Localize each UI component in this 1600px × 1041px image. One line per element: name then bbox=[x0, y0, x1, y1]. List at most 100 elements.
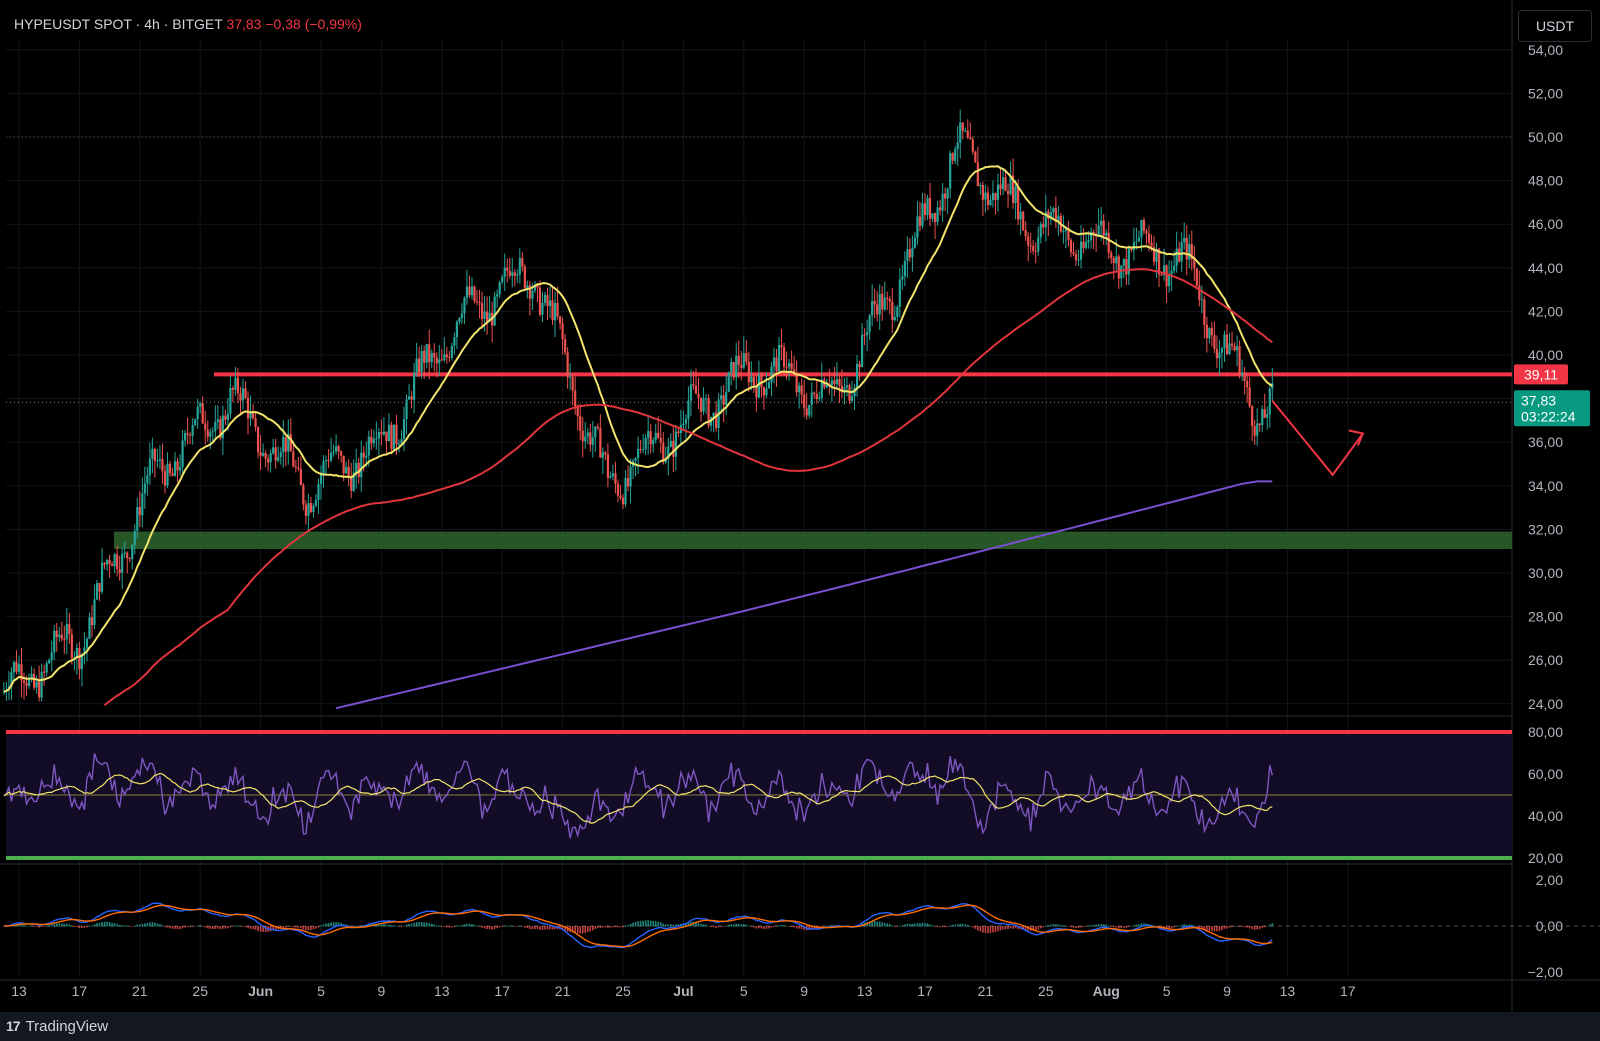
candle-body bbox=[979, 184, 982, 187]
time-axis-label: 25 bbox=[615, 983, 631, 999]
candle-body bbox=[385, 431, 388, 442]
candle-body bbox=[835, 379, 839, 385]
macd-histogram-bar bbox=[1135, 924, 1138, 927]
candle-body bbox=[123, 552, 126, 554]
candle-body bbox=[674, 431, 677, 457]
macd-histogram-bar bbox=[722, 926, 725, 927]
macd-axis-tick: 0,00 bbox=[1536, 918, 1563, 934]
tradingview-brand[interactable]: 17 TradingView bbox=[6, 1018, 108, 1035]
candle-body bbox=[649, 431, 652, 445]
candle-body bbox=[760, 374, 763, 388]
candle-body bbox=[100, 562, 104, 592]
candle-body bbox=[1258, 423, 1261, 426]
macd-histogram-bar bbox=[20, 924, 23, 927]
candle-body bbox=[246, 397, 250, 419]
candle-body bbox=[1150, 242, 1153, 248]
macd-histogram-bar bbox=[108, 922, 111, 927]
candle-body bbox=[818, 397, 821, 399]
candle-body bbox=[974, 151, 977, 163]
candle-body bbox=[158, 458, 162, 461]
macd-histogram-bar bbox=[106, 921, 108, 927]
candle-body bbox=[805, 408, 808, 416]
candle-body bbox=[1014, 186, 1017, 203]
macd-histogram-bar bbox=[1178, 925, 1180, 927]
candle-body bbox=[911, 247, 914, 258]
macd-histogram-bar bbox=[229, 926, 232, 928]
candle-body bbox=[699, 397, 703, 412]
macd-histogram-bar bbox=[715, 926, 717, 929]
macd-histogram-bar bbox=[1052, 924, 1055, 927]
macd-histogram-bar bbox=[398, 926, 400, 927]
candle-body bbox=[113, 554, 116, 567]
candle-body bbox=[372, 438, 375, 444]
macd-histogram-bar bbox=[793, 926, 795, 928]
candle-body bbox=[1263, 409, 1266, 418]
macd-histogram-bar bbox=[63, 923, 66, 927]
candle-body bbox=[775, 357, 778, 372]
candle-body bbox=[340, 451, 343, 456]
macd-histogram-bar bbox=[1233, 926, 1236, 927]
candle-body bbox=[475, 301, 479, 303]
candle-body bbox=[684, 419, 688, 424]
macd-histogram-bar bbox=[295, 926, 297, 928]
currency-button[interactable]: USDT bbox=[1518, 10, 1592, 42]
macd-histogram-bar bbox=[1128, 926, 1130, 927]
macd-histogram-bar bbox=[58, 923, 61, 927]
candle-body bbox=[279, 452, 282, 458]
macd-histogram-bar bbox=[1077, 926, 1080, 929]
macd-histogram-bar bbox=[317, 926, 320, 928]
candle-body bbox=[1022, 211, 1025, 231]
macd-histogram-bar bbox=[649, 920, 652, 927]
candle-body bbox=[337, 446, 340, 452]
candle-body bbox=[722, 395, 725, 405]
candle-body bbox=[682, 423, 685, 426]
macd-histogram-bar bbox=[1256, 926, 1258, 930]
time-axis-label: 13 bbox=[434, 983, 450, 999]
macd-histogram-bar bbox=[191, 926, 194, 927]
candle-body bbox=[68, 624, 71, 635]
candle-body bbox=[267, 458, 270, 463]
macd-histogram-bar bbox=[357, 926, 360, 927]
candle-body bbox=[1097, 225, 1100, 236]
candle-body bbox=[591, 437, 594, 445]
price-axis-tick: 34,00 bbox=[1528, 478, 1563, 494]
macd-histogram-bar bbox=[503, 925, 506, 927]
macd-histogram-bar bbox=[136, 924, 139, 927]
macd-histogram-bar bbox=[1115, 926, 1118, 928]
chart-canvas[interactable]: 54,0052,0050,0048,0046,0044,0042,0040,00… bbox=[0, 0, 1600, 1041]
candle-body bbox=[782, 347, 786, 367]
candle-body bbox=[206, 429, 209, 437]
symbol-name[interactable]: HYPEUSDT SPOT bbox=[14, 16, 132, 32]
macd-histogram-bar bbox=[1268, 924, 1271, 927]
candle-body bbox=[269, 453, 272, 463]
tradingview-chart[interactable]: 54,00 52,00 50,00 48,00 46,00 44,00 42,00 40,00… bbox=[0, 0, 1600, 1041]
macd-histogram-bar bbox=[194, 926, 196, 927]
candle-body bbox=[438, 359, 441, 364]
candle-body bbox=[933, 213, 937, 222]
candle-body bbox=[1105, 232, 1108, 236]
candle-body bbox=[274, 447, 277, 461]
price-axis-tick: 32,00 bbox=[1528, 521, 1563, 537]
macd-histogram-bar bbox=[1266, 925, 1269, 927]
macd-histogram-bar bbox=[1251, 926, 1253, 930]
macd-histogram-bar bbox=[994, 926, 997, 933]
candle-body bbox=[460, 313, 464, 319]
macd-histogram-bar bbox=[1070, 926, 1072, 928]
candle-body bbox=[262, 453, 265, 456]
candle-body bbox=[327, 459, 330, 461]
candle-body bbox=[1117, 256, 1120, 279]
macd-histogram-bar bbox=[48, 925, 50, 927]
candle-body bbox=[949, 153, 952, 189]
candle-body bbox=[473, 286, 476, 302]
candle-body bbox=[558, 316, 562, 324]
macd-histogram-bar bbox=[637, 921, 639, 927]
candle-body bbox=[906, 249, 909, 261]
candle-body bbox=[994, 192, 997, 200]
candle-body bbox=[226, 413, 229, 420]
macd-histogram-bar bbox=[259, 926, 262, 932]
candle-body bbox=[508, 270, 511, 276]
interval-label[interactable]: 4h bbox=[144, 16, 160, 32]
macd-histogram-bar bbox=[584, 926, 587, 934]
macd-histogram-bar bbox=[798, 926, 800, 929]
macd-histogram-bar bbox=[667, 924, 670, 927]
